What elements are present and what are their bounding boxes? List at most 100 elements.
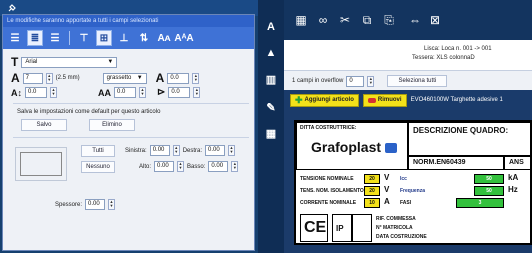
overflow-input[interactable]: 0	[346, 75, 365, 87]
right-input[interactable]: 0.00	[205, 145, 226, 156]
border-top-line	[20, 152, 62, 153]
font-size-input[interactable]: 7	[22, 72, 43, 84]
ans-label: ANS	[509, 159, 524, 166]
plus-icon: ✚	[295, 94, 303, 105]
top-stepper[interactable]: ▲ ▼	[177, 161, 185, 172]
draw-tool-icon[interactable]: ✎	[262, 98, 280, 116]
divider	[13, 137, 249, 138]
font-size-icon: A	[11, 71, 20, 85]
resize-icon[interactable]: ⇔	[406, 11, 424, 29]
thickness-row: Spessore: 0.00 ▲ ▼	[55, 199, 116, 210]
font-size-stepper[interactable]: ▲ ▼	[45, 72, 53, 84]
top-label: Alto:	[139, 163, 152, 170]
font-shrink-icon[interactable]: AᴬA	[174, 30, 193, 46]
line-spacing-icon: A↕	[11, 87, 22, 98]
align-right-icon[interactable]: ☰	[47, 30, 63, 46]
char-spacing-icon: AA	[98, 87, 111, 98]
corrente-value: 10	[364, 198, 380, 208]
default-note: Salva le impostazioni come default per q…	[17, 109, 161, 115]
tens-iso-value: 20	[364, 186, 380, 196]
font-icon: T	[11, 55, 19, 69]
table-tool-icon[interactable]: ▦	[262, 124, 280, 142]
align-middle-icon[interactable]: ⊞	[96, 30, 112, 46]
grid-icon[interactable]: ▦	[292, 11, 310, 29]
align-justify-icon[interactable]: ≣	[27, 30, 43, 46]
select-all-button[interactable]: Seleziona tutti	[387, 75, 448, 87]
data-label: DATA COSTRUZIONE	[376, 234, 427, 240]
volt-unit-2: V	[384, 185, 390, 194]
rotate-stepper[interactable]: ▲ ▼	[193, 87, 201, 98]
style-dropdown[interactable]: grassetto ▼	[102, 72, 147, 84]
none-button[interactable]: Nessuno	[81, 161, 115, 173]
border-preview[interactable]	[15, 147, 67, 181]
text-tool-icon[interactable]: A	[262, 18, 280, 36]
delete-button[interactable]: Elimino	[89, 119, 135, 131]
paste-icon[interactable]: ⎘	[380, 11, 398, 29]
left-label: Sinistra:	[125, 147, 147, 154]
volt-unit-1: V	[384, 173, 390, 182]
border-right-line	[61, 152, 62, 176]
description-cell: DESCRIZIONE QUADRO:	[408, 122, 532, 156]
copy-icon[interactable]: ⧉	[358, 11, 376, 29]
panel-header: Le modifiche saranno apportate a tutti i…	[3, 15, 254, 27]
bottom-input[interactable]: 0.00	[208, 161, 229, 172]
minus-icon	[367, 97, 376, 103]
font-dropdown[interactable]: Arial ▼	[21, 56, 118, 68]
right-stepper[interactable]: ▲ ▼	[228, 145, 236, 156]
divider	[13, 103, 249, 104]
remove-button[interactable]: Rimuovi	[362, 93, 407, 107]
doc-line-2: Tessera: XLS colonnaD	[412, 55, 475, 61]
thickness-input[interactable]: 0.00	[85, 199, 106, 210]
rif-label: RIF. COMMESSA	[376, 216, 416, 222]
doc-line-1: Lisca: Loca n. 001 -> 001	[424, 46, 492, 52]
spacing-input[interactable]: 0.0	[25, 87, 47, 98]
thickness-label: Spessore:	[55, 201, 83, 208]
all-button[interactable]: Tutti	[81, 145, 115, 157]
left-input[interactable]: 0.00	[149, 145, 170, 156]
norm-label: NORM.EN60439	[413, 159, 466, 166]
bottom-stepper[interactable]: ▲ ▼	[231, 161, 239, 172]
amp-unit: A	[384, 197, 390, 206]
corrente-label: CORRENTE NOMINALE	[300, 200, 357, 206]
top-input[interactable]: 0.00	[154, 161, 175, 172]
frequenza-label: Frequenza	[400, 188, 426, 194]
image-tool-icon[interactable]: ▲	[262, 44, 280, 62]
align-left-icon[interactable]: ☰	[7, 30, 23, 46]
char-spacing-stepper[interactable]: ▲ ▼	[139, 87, 146, 98]
left-stepper[interactable]: ▲ ▼	[172, 145, 180, 156]
right-label: Destra:	[182, 147, 203, 154]
a-value-input[interactable]: 0.0	[167, 72, 190, 84]
product-code: EVO460100W Targhette adesive 1	[410, 97, 503, 103]
close-box-icon[interactable]: ⊠	[426, 11, 444, 29]
overflow-stepper[interactable]: ▲ ▼	[367, 75, 375, 87]
font-value: Arial	[25, 59, 38, 65]
size-row: A 7 ▲ ▼ (2.5 mm) grassetto ▼ A 0.0 ▲ ▼	[11, 71, 200, 85]
rotate-input[interactable]: 0.0	[168, 87, 191, 98]
description-label: DESCRIZIONE QUADRO:	[413, 126, 509, 135]
toolbar-separator	[69, 31, 70, 45]
icc-value: 50	[474, 174, 504, 184]
font-grow-icon[interactable]: Aᴀ	[156, 30, 172, 46]
align-bottom-icon[interactable]: ⊥	[116, 30, 132, 46]
align-top-icon[interactable]: ⊤	[76, 30, 92, 46]
thickness-stepper[interactable]: ▲ ▼	[108, 199, 116, 210]
norm-cell: NORM.EN60439	[408, 156, 504, 170]
sort-az-icon[interactable]: ⇅	[136, 30, 152, 46]
save-button[interactable]: Salvo	[21, 119, 67, 131]
cut-icon[interactable]: ✂	[336, 11, 354, 29]
border-left-line	[20, 152, 21, 176]
ka-unit: kA	[508, 173, 519, 182]
label-card[interactable]: DITTA COSTRUTTRICE: Grafoplast DESCRIZIO…	[294, 120, 532, 245]
char-spacing-input[interactable]: 0.0	[114, 87, 136, 98]
link-icon[interactable]: ∞	[314, 11, 332, 29]
spacing-stepper[interactable]: ▲ ▼	[50, 87, 57, 98]
pin-icon[interactable]	[6, 2, 18, 14]
matricola-label: N° MATRICOLA	[376, 225, 413, 231]
barcode-tool-icon[interactable]: ▥	[262, 70, 280, 88]
overflow-label: 1 campi in overflow	[292, 78, 344, 84]
add-article-button[interactable]: ✚ Aggiungi articolo	[290, 93, 359, 107]
tool-strip: A ▲ ▥ ✎ ▦	[258, 0, 284, 253]
a-value-stepper[interactable]: ▲ ▼	[192, 72, 200, 84]
brand-logo: Grafoplast	[311, 139, 382, 155]
label-canvas: DITTA COSTRUTTRICE: Grafoplast DESCRIZIO…	[284, 110, 532, 253]
